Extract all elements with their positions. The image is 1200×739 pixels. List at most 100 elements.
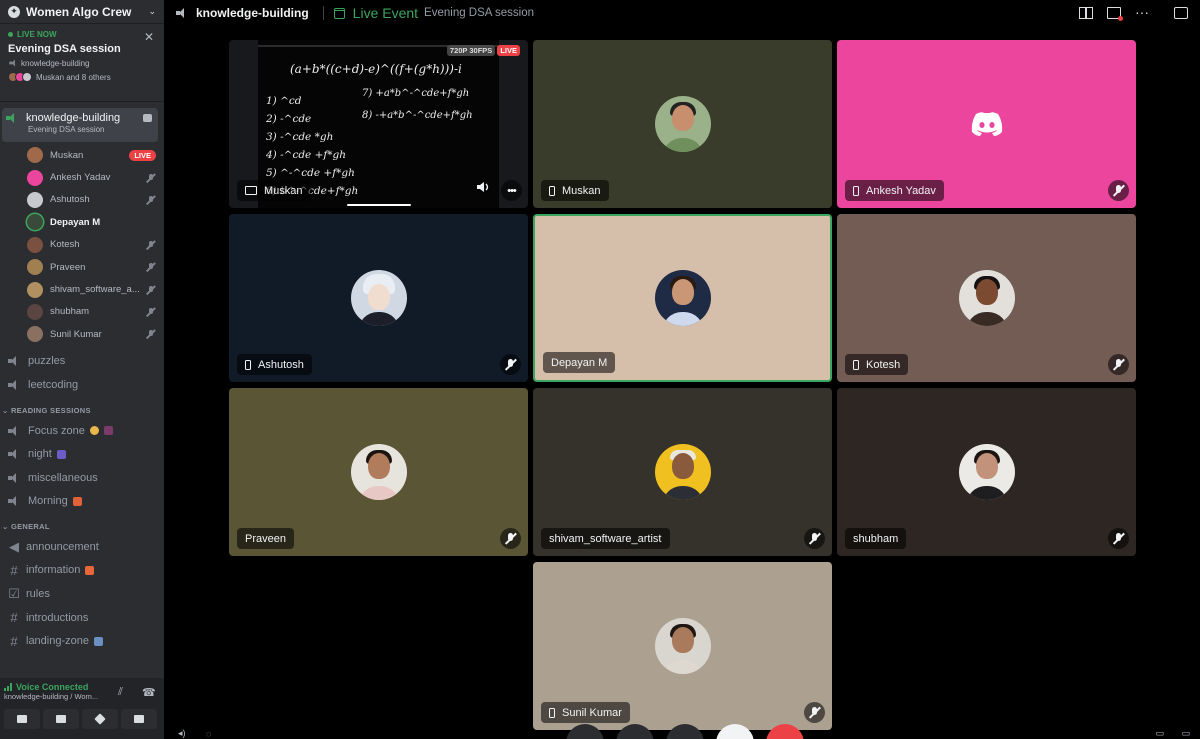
avatar-body xyxy=(661,138,704,152)
participant-tile[interactable]: Muskan xyxy=(533,40,832,208)
category-reading-sessions[interactable]: ⌄ READING SESSIONS xyxy=(0,397,164,419)
text-channel-introductions[interactable]: # introductions xyxy=(0,606,164,630)
settings-icon[interactable]: ◌ xyxy=(206,729,211,739)
participant-name-tag: shivam_software_artist xyxy=(541,528,670,549)
channel-name: Morning xyxy=(28,495,68,508)
soundboard-button[interactable] xyxy=(121,709,157,729)
text-channel-announcement[interactable]: ◀ announcement xyxy=(0,535,164,559)
participant-name-tag: Depayan M xyxy=(543,352,616,373)
participant-name: Depayan M xyxy=(551,356,608,369)
participant-name-tag: Kotesh xyxy=(845,354,909,375)
fullscreen-icon[interactable]: ▭ xyxy=(1155,728,1164,739)
phone-icon xyxy=(549,707,555,718)
voice-member[interactable]: Ankesh Yadav xyxy=(0,166,164,188)
stream-tile[interactable]: (a+b*((c+d)-e)^((f+(g*h)))-i 1) ^cd 2) -… xyxy=(229,40,528,208)
participant-tile[interactable]: Ankesh Yadav xyxy=(837,40,1136,208)
voice-channel-miscellaneous[interactable]: miscellaneous xyxy=(0,466,164,490)
whiteboard-line: 1) ^cd xyxy=(266,95,302,107)
voice-member[interactable]: Depayan M xyxy=(0,211,164,233)
server-icon: ✦ xyxy=(8,5,20,18)
disconnect-icon[interactable]: ☎ xyxy=(142,686,156,699)
voice-channel-leetcoding[interactable]: leetcoding xyxy=(0,373,164,397)
hash-icon: # xyxy=(10,633,18,649)
avatar-face xyxy=(975,279,998,305)
call-header: knowledge-building Live Event Evening DS… xyxy=(164,0,1200,26)
participant-name: Muskan xyxy=(562,184,601,197)
participant-tile-speaking[interactable]: Depayan M xyxy=(533,214,832,382)
chat-icon[interactable] xyxy=(1174,7,1188,19)
participant-tile[interactable]: Ashutosh xyxy=(229,214,528,382)
more-options-icon[interactable]: ··· xyxy=(1135,5,1149,19)
server-header[interactable]: ✦ Women Algo Crew ⌄ xyxy=(0,0,164,24)
text-channel-information[interactable]: # information xyxy=(0,559,164,583)
voice-channel-puzzles[interactable]: puzzles xyxy=(0,350,164,374)
grid-layout-icon[interactable] xyxy=(1079,7,1093,19)
avatar-face xyxy=(671,627,694,653)
close-icon[interactable]: ✕ xyxy=(144,30,154,44)
more-options-icon[interactable]: ••• xyxy=(501,180,522,201)
voice-member[interactable]: shubham xyxy=(0,301,164,323)
voice-member[interactable]: Muskan LIVE xyxy=(0,144,164,166)
channel-name: miscellaneous xyxy=(28,471,98,484)
volume-icon[interactable] xyxy=(476,180,490,198)
megaphone-icon: ◀ xyxy=(9,538,19,554)
text-channel-landing-zone[interactable]: # landing-zone xyxy=(0,629,164,653)
noise-suppression-icon[interactable]: ⫽ xyxy=(118,686,130,698)
participant-tile[interactable]: Sunil Kumar xyxy=(533,562,832,730)
voice-channel-focus-zone[interactable]: Focus zone xyxy=(0,419,164,443)
voice-channel-morning[interactable]: Morning xyxy=(0,489,164,513)
live-event-people-text: Muskan and 8 others xyxy=(36,72,111,82)
muted-icon xyxy=(1108,528,1129,549)
speaker-icon xyxy=(8,449,20,460)
member-name: Sunil Kumar xyxy=(50,328,102,340)
voice-channel-night[interactable]: night xyxy=(0,442,164,466)
avatar xyxy=(27,169,43,186)
share-screen-button[interactable] xyxy=(43,709,79,729)
member-name: Praveen xyxy=(50,261,86,273)
avatar xyxy=(958,270,1015,326)
phone-icon xyxy=(245,359,251,370)
whiteboard-line: 3) -^cde *gh xyxy=(266,131,333,143)
voice-channel-active[interactable]: knowledge-building Evening DSA session xyxy=(2,108,158,142)
expand-icon[interactable]: ▭ xyxy=(1181,728,1190,739)
category-general[interactable]: ⌄ GENERAL xyxy=(0,513,164,535)
avatar xyxy=(27,236,43,253)
voice-member[interactable]: Kotesh xyxy=(0,234,164,256)
participant-tile[interactable]: shubham xyxy=(837,388,1136,556)
avatar-body xyxy=(661,312,704,326)
monitor-icon xyxy=(245,186,257,195)
category-label: GENERAL xyxy=(10,522,50,532)
muted-icon xyxy=(146,262,156,272)
chat-icon[interactable] xyxy=(143,114,152,122)
participant-tile[interactable]: Kotesh xyxy=(837,214,1136,382)
participant-tile[interactable]: Praveen xyxy=(229,388,528,556)
camera-button[interactable] xyxy=(4,709,40,729)
avatar xyxy=(27,259,43,276)
speaker-icon[interactable]: ◂) xyxy=(178,728,186,739)
voice-member[interactable]: Praveen xyxy=(0,256,164,278)
avatar-face xyxy=(975,453,998,479)
speaker-icon xyxy=(8,356,20,367)
text-channel-rules[interactable]: ☑ rules xyxy=(0,582,164,606)
participant-name-tag: shubham xyxy=(845,528,907,549)
muted-icon xyxy=(500,354,521,375)
voice-member[interactable]: shivam_software_a... xyxy=(0,278,164,300)
live-event-label[interactable]: Live Event xyxy=(353,5,418,21)
muted-icon xyxy=(500,528,521,549)
voice-status-text: Voice Connected xyxy=(16,682,89,692)
whiteboard-line: 5) ^-^cde +f*gh xyxy=(266,167,355,179)
popout-icon[interactable] xyxy=(1107,7,1123,21)
voice-member[interactable]: Ashutosh xyxy=(0,189,164,211)
voice-member[interactable]: Sunil Kumar xyxy=(0,323,164,345)
avatar xyxy=(27,303,43,320)
avatar-face xyxy=(367,284,390,310)
live-event-card[interactable]: LIVE NOW ✕ Evening DSA session knowledge… xyxy=(0,24,164,102)
voice-connected-status[interactable]: Voice Connected xyxy=(4,682,160,692)
participant-tile[interactable]: shivam_software_artist xyxy=(533,388,832,556)
chevron-down-icon[interactable]: ⌄ xyxy=(148,6,156,17)
participant-name: shubham xyxy=(853,532,899,545)
whiteboard-line: 7) +a*b^-^cde+f*gh xyxy=(362,88,469,99)
activity-button[interactable] xyxy=(82,709,118,729)
avatar-body xyxy=(661,660,704,674)
muted-icon xyxy=(804,528,825,549)
